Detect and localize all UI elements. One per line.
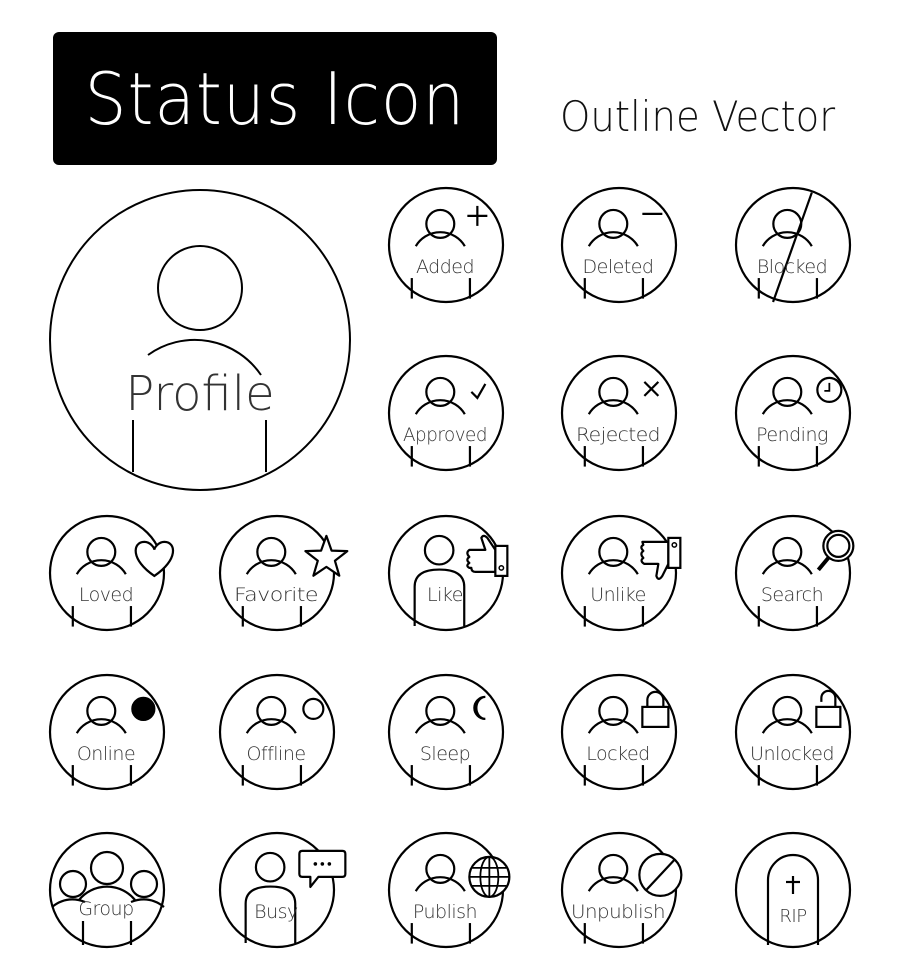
status-icon-approved: Approved: [387, 354, 505, 472]
icon-label: RIP: [779, 906, 806, 927]
icon-circle: [48, 514, 166, 632]
status-icon-unpublish: Unpublish: [560, 831, 683, 949]
icon-label: Favorite: [234, 584, 318, 606]
icon-circle: [387, 186, 505, 304]
icon-circle: [218, 673, 336, 791]
icon-label: Approved: [403, 424, 487, 446]
status-icon-added: Added: [387, 186, 505, 304]
icon-label: Unlocked: [750, 743, 834, 765]
icon-sheet: Profile Added Deleted Blocked Approved Reject…: [48, 186, 855, 949]
status-icon-unlike: Unlike: [560, 514, 682, 632]
status-icon-favorite: Favorite: [218, 514, 349, 632]
icon-label: Pending: [756, 424, 828, 446]
icon-label: Locked: [586, 743, 649, 765]
status-icon-busy: Busy: [218, 831, 347, 949]
status-icon-rip: RIP: [734, 831, 852, 949]
icon-label: Unpublish: [571, 901, 665, 923]
icon-label: Unlike: [590, 584, 646, 606]
status-icon-locked: Locked: [560, 673, 678, 791]
bubble-dot: [320, 862, 325, 866]
status-icon-pending: Pending: [734, 354, 852, 472]
icon-circle: [387, 354, 505, 472]
profile-label: Profile: [125, 366, 274, 422]
icon-label: Loved: [79, 584, 133, 606]
icon-label: Online: [77, 743, 135, 765]
status-icon-unlocked: Unlocked: [734, 673, 852, 791]
icon-circle: [734, 354, 852, 472]
head-center: [89, 850, 125, 886]
status-icon-publish: Publish: [387, 831, 511, 949]
online-dot: [131, 696, 156, 722]
icon-circle: [560, 186, 678, 304]
icon-label: Search: [761, 584, 823, 606]
status-icon-offline: Offline: [218, 673, 336, 791]
icon-label: Busy: [254, 901, 298, 923]
icon-label: Blocked: [757, 256, 827, 278]
status-icon-deleted: Deleted: [560, 186, 678, 304]
status-icon-like: Like: [387, 514, 509, 632]
icon-label: Like: [427, 584, 463, 606]
lock-body: [641, 705, 670, 729]
icon-label: Publish: [413, 901, 477, 923]
head-shape: [157, 245, 243, 331]
status-icon-search: Search: [734, 514, 855, 632]
lock-body: [815, 705, 842, 729]
status-icon-blocked: Blocked: [734, 186, 852, 304]
icon-circle: [48, 831, 166, 949]
status-icon-sleep: Sleep: [387, 673, 505, 791]
icon-circle: [387, 673, 505, 791]
status-icon-group: Group: [48, 831, 166, 949]
icon-label: Rejected: [576, 424, 660, 446]
bubble-dot: [327, 862, 332, 866]
icon-label: Group: [78, 898, 133, 920]
status-icon-rejected: Rejected: [560, 354, 678, 472]
icon-label: Sleep: [420, 743, 470, 765]
icon-label: Added: [416, 256, 474, 278]
icon-label: Offline: [246, 743, 305, 765]
profile-icon: Profile: [49, 189, 351, 491]
icon-circle: [560, 354, 678, 472]
cuff-shape: [494, 544, 509, 578]
icon-label: Deleted: [583, 256, 654, 278]
status-icon-loved: Loved: [48, 514, 174, 632]
bubble-dot: [313, 862, 318, 866]
status-icon-online: Online: [48, 673, 166, 791]
icon-circle: [48, 673, 166, 791]
